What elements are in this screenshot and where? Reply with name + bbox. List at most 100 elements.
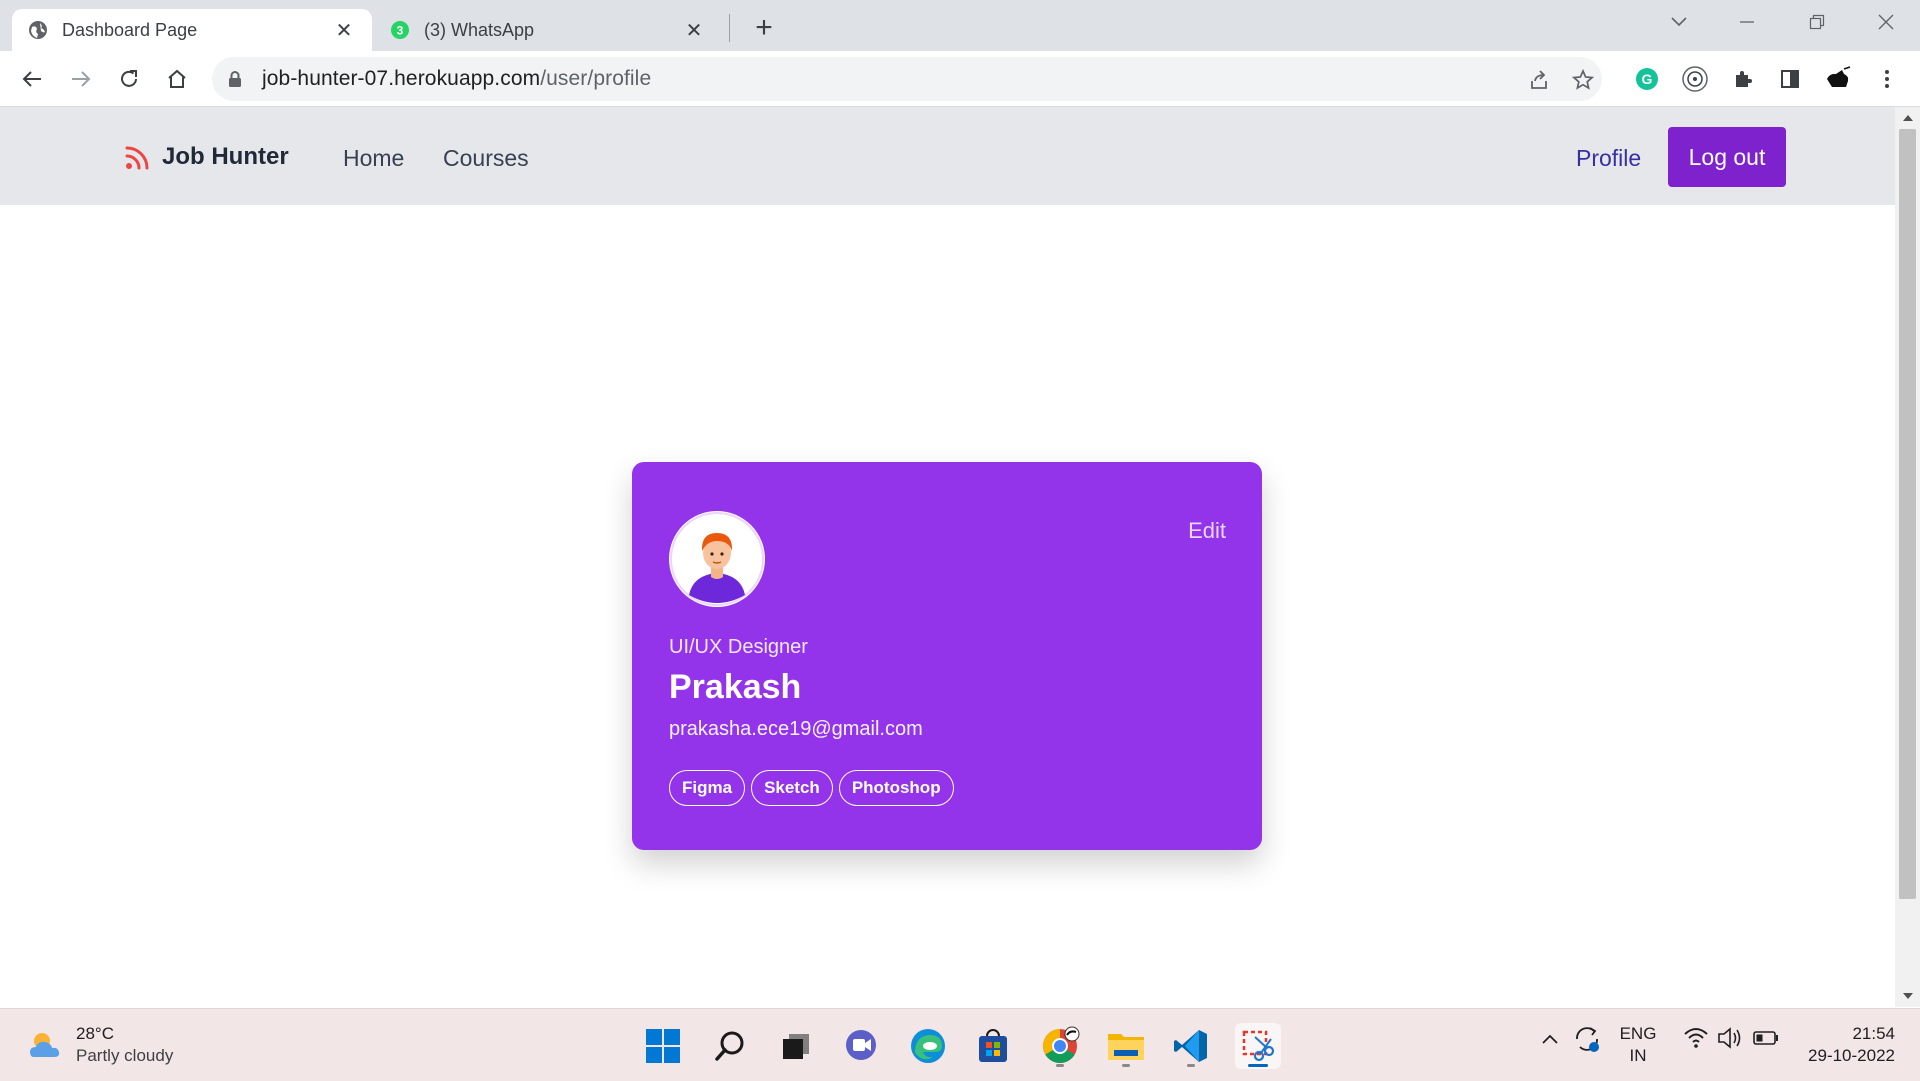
chat-icon	[846, 1030, 876, 1060]
share-icon[interactable]	[1528, 69, 1550, 91]
profile-avatar-icon[interactable]	[1821, 62, 1855, 96]
show-hidden-icons-button[interactable]	[1540, 1023, 1560, 1059]
teams-chat-button[interactable]	[838, 1023, 884, 1069]
tab-whatsapp[interactable]: 3 (3) WhatsApp ✕	[374, 9, 722, 51]
page-viewport: Job Hunter Home Courses Profile Log out …	[0, 107, 1895, 1007]
snipping-tool-icon	[1242, 1030, 1275, 1062]
profile-email: prakasha.ece19@gmail.com	[669, 718, 923, 740]
close-tab-icon[interactable]: ✕	[332, 18, 356, 42]
user-avatar-icon	[670, 512, 764, 606]
new-tab-button[interactable]: +	[748, 11, 780, 44]
globe-icon	[29, 21, 47, 39]
search-icon	[715, 1031, 744, 1061]
svg-text:G: G	[1642, 71, 1653, 87]
page-scrollbar[interactable]	[1895, 107, 1920, 1007]
profile-name: Prakash	[669, 668, 802, 706]
task-view-button[interactable]	[773, 1023, 819, 1069]
avatar	[669, 511, 765, 607]
region-code: IN	[1629, 1046, 1647, 1065]
running-indicator	[1122, 1064, 1130, 1067]
restore-button[interactable]	[1797, 6, 1837, 38]
nav-link-courses[interactable]: Courses	[443, 145, 529, 172]
brand-name: Job Hunter	[162, 143, 289, 170]
url-text: job-hunter-07.herokuapp.com/user/profile	[262, 67, 652, 90]
snipping-tool-button[interactable]	[1235, 1023, 1281, 1069]
logout-button[interactable]: Log out	[1668, 127, 1786, 187]
taskbar-search-button[interactable]	[707, 1023, 753, 1069]
reload-button[interactable]	[112, 62, 146, 96]
tab-dashboard-page[interactable]: Dashboard Page ✕	[12, 9, 372, 51]
network-status-button[interactable]	[1683, 1023, 1709, 1059]
active-indicator	[1248, 1064, 1268, 1067]
file-explorer-button[interactable]	[1103, 1023, 1149, 1069]
battery-icon	[1753, 1031, 1778, 1045]
vscode-icon	[1174, 1030, 1207, 1062]
address-bar[interactable]: job-hunter-07.herokuapp.com/user/profile	[212, 57, 1602, 101]
task-view-icon	[783, 1034, 809, 1059]
scrollbar-thumb[interactable]	[1899, 129, 1916, 899]
lock-icon	[229, 71, 241, 87]
scroll-down-arrow-icon[interactable]	[1903, 993, 1913, 999]
close-tab-icon[interactable]: ✕	[682, 18, 706, 42]
back-button[interactable]	[15, 62, 49, 96]
skill-tag-photoshop: Photoshop	[838, 770, 954, 806]
speaker-icon	[1718, 1027, 1741, 1049]
close-window-button[interactable]	[1866, 6, 1906, 38]
scroll-up-arrow-icon[interactable]	[1903, 115, 1913, 121]
chrome-icon	[1043, 1026, 1080, 1063]
sync-status-button[interactable]	[1572, 1023, 1602, 1061]
skill-tag-figma: Figma	[669, 770, 746, 806]
running-indicator	[1056, 1064, 1064, 1067]
weather-temperature: 28°C	[76, 1024, 114, 1043]
grammarly-extension-icon[interactable]: G	[1630, 62, 1664, 96]
chrome-taskbar-button[interactable]	[1037, 1023, 1083, 1069]
clock-time: 21:54	[1852, 1024, 1895, 1043]
input-language-indicator[interactable]: ENG IN	[1616, 1023, 1660, 1067]
folder-icon	[1108, 1034, 1144, 1060]
volume-button[interactable]	[1716, 1023, 1744, 1059]
site-brand[interactable]: Job Hunter	[124, 143, 289, 171]
sync-icon	[1576, 1027, 1599, 1052]
microsoft-store-button[interactable]	[970, 1023, 1016, 1069]
language-code: ENG	[1619, 1024, 1657, 1043]
tab-title: Dashboard Page	[62, 19, 198, 40]
tab-title: (3) WhatsApp	[424, 19, 535, 40]
vscode-button[interactable]	[1168, 1023, 1214, 1069]
store-icon	[979, 1029, 1007, 1062]
browser-toolbar: job-hunter-07.herokuapp.com/user/profile…	[0, 51, 1920, 107]
chevron-up-icon	[1542, 1034, 1558, 1044]
profile-card: Edit UI/UX Designer Prakash prakasha.ece…	[632, 462, 1262, 850]
extensions-puzzle-icon[interactable]	[1726, 62, 1760, 96]
partly-cloudy-icon	[30, 1033, 60, 1057]
browser-tab-strip: Dashboard Page ✕ 3 (3) WhatsApp ✕ +	[0, 0, 1920, 51]
tab-separator	[729, 14, 730, 42]
windows-start-button[interactable]	[640, 1023, 686, 1069]
forward-button[interactable]	[64, 62, 98, 96]
side-panel-icon[interactable]	[1773, 62, 1807, 96]
edge-browser-button[interactable]	[905, 1023, 951, 1069]
skills-list: Figma Sketch Photoshop	[669, 770, 954, 806]
nav-link-home[interactable]: Home	[343, 145, 404, 172]
weather-condition: Partly cloudy	[76, 1046, 174, 1065]
tab-search-icon[interactable]	[1659, 6, 1699, 38]
running-indicator	[1187, 1064, 1195, 1067]
battery-status-button[interactable]	[1752, 1023, 1780, 1059]
extension-circle-icon[interactable]	[1678, 62, 1712, 96]
rss-feed-icon	[125, 146, 149, 170]
whatsapp-icon: 3	[391, 21, 409, 39]
minimize-button[interactable]	[1727, 6, 1767, 38]
site-navbar: Job Hunter Home Courses Profile Log out	[0, 107, 1895, 205]
skill-tag-sketch: Sketch	[751, 770, 833, 806]
bookmark-star-icon[interactable]	[1572, 69, 1594, 91]
windows-taskbar: 28°C Partly cloudy ENG IN 21:54 29-10-20…	[0, 1008, 1920, 1081]
clock-date: 29-10-2022	[1808, 1046, 1895, 1065]
chrome-menu-icon[interactable]	[1870, 62, 1904, 96]
weather-widget[interactable]: 28°C Partly cloudy	[26, 1023, 173, 1067]
edit-profile-link[interactable]: Edit	[1188, 518, 1226, 544]
nav-link-profile[interactable]: Profile	[1576, 145, 1641, 172]
home-button[interactable]	[160, 62, 194, 96]
svg-text:3: 3	[397, 24, 404, 38]
system-clock[interactable]: 21:54 29-10-2022	[1800, 1023, 1895, 1067]
profile-role: UI/UX Designer	[669, 636, 808, 658]
edge-icon	[911, 1029, 945, 1063]
